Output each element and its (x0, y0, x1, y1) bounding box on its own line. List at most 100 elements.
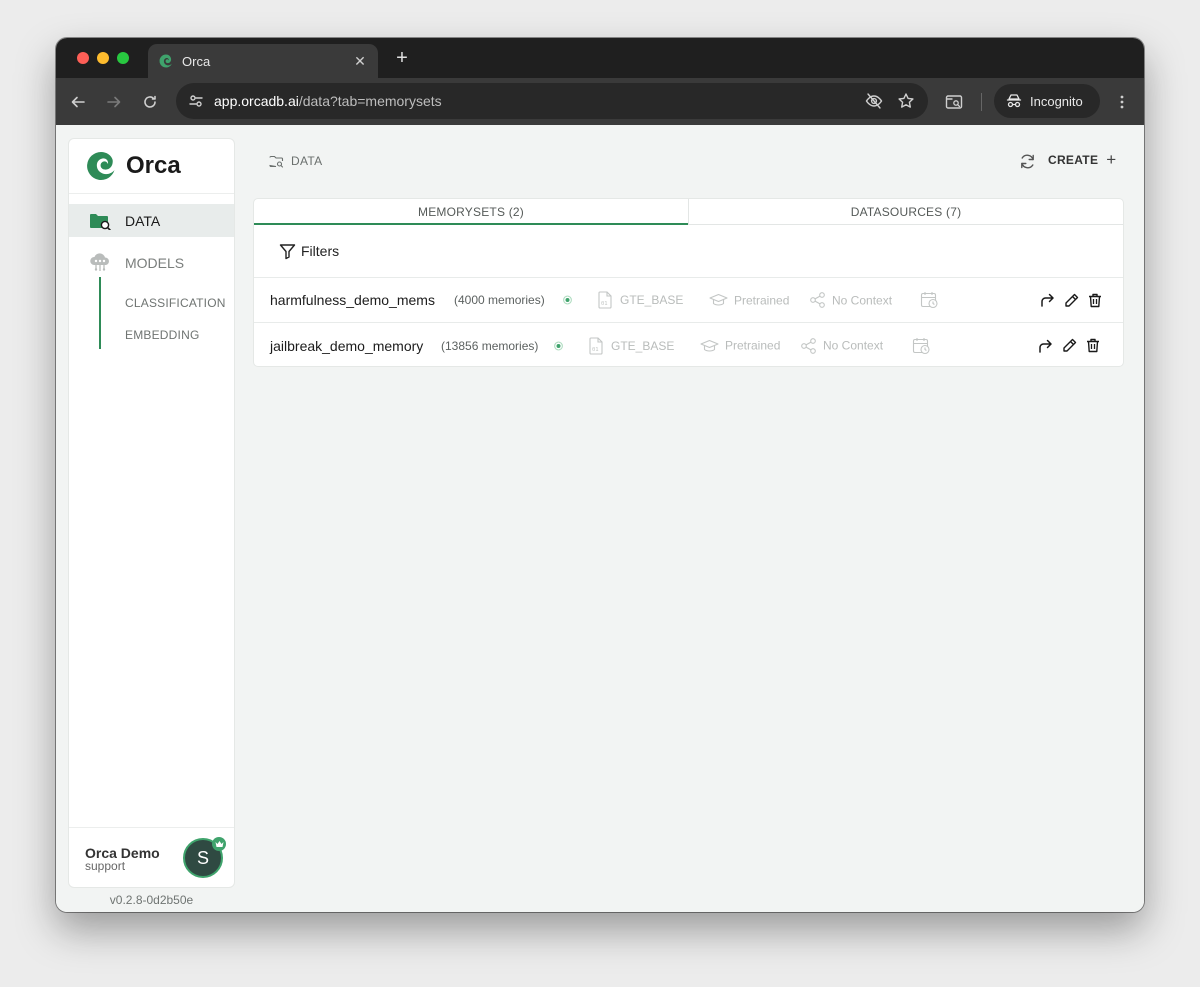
trash-icon[interactable] (1084, 337, 1102, 355)
training-type: Pretrained (709, 293, 789, 308)
back-button[interactable] (66, 90, 90, 114)
admin-crown-icon (212, 837, 226, 851)
sidebar-item-label: MODELS (125, 255, 185, 271)
status-dot (563, 295, 572, 305)
incognito-icon (1006, 93, 1022, 109)
forward-arrow-icon (107, 96, 121, 108)
breadcrumb-label: DATA (291, 154, 323, 168)
svg-text:01: 01 (601, 301, 608, 307)
memorysets-panel: MEMORYSETS (2) DATASOURCES (7) Filters h… (253, 198, 1124, 367)
close-window-button[interactable] (77, 52, 89, 64)
orca-logo-icon (85, 150, 117, 182)
training-label: Pretrained (725, 338, 781, 353)
tab-memorysets[interactable]: MEMORYSETS (2) (254, 199, 688, 225)
binary-file-icon: 01 (597, 291, 614, 309)
share-nodes-icon (809, 292, 826, 309)
table-row[interactable]: harmfulness_demo_mems (4000 memories) 01… (254, 278, 1123, 323)
sidebar: Orca DATA MODELS CLASSIFICATION EMBEDDIN… (68, 138, 235, 888)
svg-text:01: 01 (592, 347, 599, 353)
user-role: support (85, 859, 126, 873)
trash-icon[interactable] (1086, 291, 1104, 309)
table-row[interactable]: jailbreak_demo_memory (13856 memories) 0… (254, 323, 1123, 366)
context-label: No Context (832, 293, 893, 307)
incognito-indicator[interactable]: Incognito (994, 84, 1100, 118)
orca-favicon-icon (158, 53, 174, 69)
tab-close-icon[interactable]: ✕ (352, 53, 368, 70)
filters-bar: Filters (254, 225, 1123, 278)
edit-pencil-icon[interactable] (1062, 291, 1080, 309)
filters-button[interactable]: Filters (301, 243, 339, 259)
app-version: v0.2.8-0d2b50e (109, 893, 194, 907)
data-folder-icon (89, 212, 111, 230)
new-tab-button[interactable]: + (390, 46, 414, 70)
share-nodes-icon (800, 337, 817, 354)
breadcrumb[interactable]: DATA (269, 154, 322, 168)
calendar-clock-icon (912, 336, 931, 355)
browser-menu-button[interactable] (1110, 90, 1134, 114)
model-label: GTE_BASE (611, 338, 675, 353)
model-label: GTE_BASE (620, 293, 684, 307)
binary-file-icon: 01 (588, 336, 605, 355)
share-arrow-icon[interactable] (1036, 337, 1054, 355)
embedding-model: 01 GTE_BASE (597, 291, 683, 309)
sidebar-item-embedding[interactable]: EMBEDDING (125, 328, 199, 342)
models-subnav-line (99, 277, 101, 349)
address-bar[interactable]: app.orcadb.ai/data?tab=memorysets (176, 83, 928, 119)
brand-name: Orca (126, 152, 181, 179)
tab-search-icon (945, 95, 963, 109)
app-page: Orca DATA MODELS CLASSIFICATION EMBEDDIN… (56, 125, 1144, 912)
avatar-initial: S (196, 847, 209, 868)
back-arrow-icon (71, 96, 85, 108)
data-tabs: MEMORYSETS (2) DATASOURCES (7) (254, 199, 1123, 225)
tab-search-button[interactable] (942, 90, 966, 114)
brand[interactable]: Orca (69, 139, 234, 194)
memory-count: (13856 memories) (441, 338, 539, 353)
training-label: Pretrained (734, 293, 790, 307)
folder-search-icon (269, 155, 284, 168)
refresh-icon (1020, 154, 1034, 168)
memoryset-name[interactable]: harmfulness_demo_mems (270, 292, 435, 308)
status-dot (554, 341, 563, 350)
calendar-clock-icon (920, 291, 939, 310)
embedding-model: 01 GTE_BASE (588, 336, 675, 355)
tab-datasources[interactable]: DATASOURCES (7) (688, 199, 1123, 224)
site-settings-icon[interactable] (188, 93, 204, 109)
tab-title: Orca (182, 53, 211, 69)
memory-count: (4000 memories) (454, 293, 545, 307)
sidebar-item-data[interactable]: DATA (69, 204, 234, 237)
refresh-button[interactable] (1018, 152, 1036, 170)
more-vertical-icon (1120, 95, 1124, 109)
share-arrow-icon[interactable] (1038, 291, 1056, 309)
graduation-cap-icon (700, 338, 719, 353)
sidebar-item-label: DATA (125, 212, 161, 229)
zoom-window-button[interactable] (117, 52, 129, 64)
url-text: app.orcadb.ai/data?tab=memorysets (214, 93, 442, 109)
minimize-window-button[interactable] (97, 52, 109, 64)
plus-icon: + (1106, 150, 1117, 169)
create-label: CREATE (1048, 153, 1099, 167)
graduation-cap-icon (709, 293, 728, 308)
filter-icon[interactable] (279, 243, 296, 260)
forward-button[interactable] (102, 90, 126, 114)
context-type: No Context (800, 337, 883, 354)
user-profile[interactable]: Orca Demo support S (69, 827, 234, 887)
reload-icon (144, 95, 156, 108)
browser-tab-strip: Orca ✕ + (56, 38, 1144, 78)
browser-window: Orca ✕ + app.orcadb.ai/data?tab=memoryse… (56, 38, 1144, 912)
memoryset-name[interactable]: jailbreak_demo_memory (270, 338, 423, 354)
models-cloud-icon (89, 253, 111, 273)
edit-pencil-icon[interactable] (1060, 337, 1078, 355)
sidebar-item-classification[interactable]: CLASSIFICATION (125, 296, 226, 310)
browser-toolbar: app.orcadb.ai/data?tab=memorysets Incogn… (56, 78, 1144, 125)
training-type: Pretrained (700, 338, 780, 353)
context-label: No Context (823, 338, 884, 353)
eye-off-icon[interactable] (864, 91, 884, 111)
reload-button[interactable] (138, 90, 162, 114)
toolbar-divider (981, 93, 982, 111)
incognito-label: Incognito (1030, 93, 1083, 109)
sidebar-item-models[interactable]: MODELS (69, 250, 234, 276)
bookmark-star-icon[interactable] (896, 91, 916, 111)
create-button[interactable]: CREATE + (1048, 150, 1117, 169)
context-type: No Context (809, 292, 892, 309)
browser-tab[interactable]: Orca ✕ (148, 44, 378, 78)
